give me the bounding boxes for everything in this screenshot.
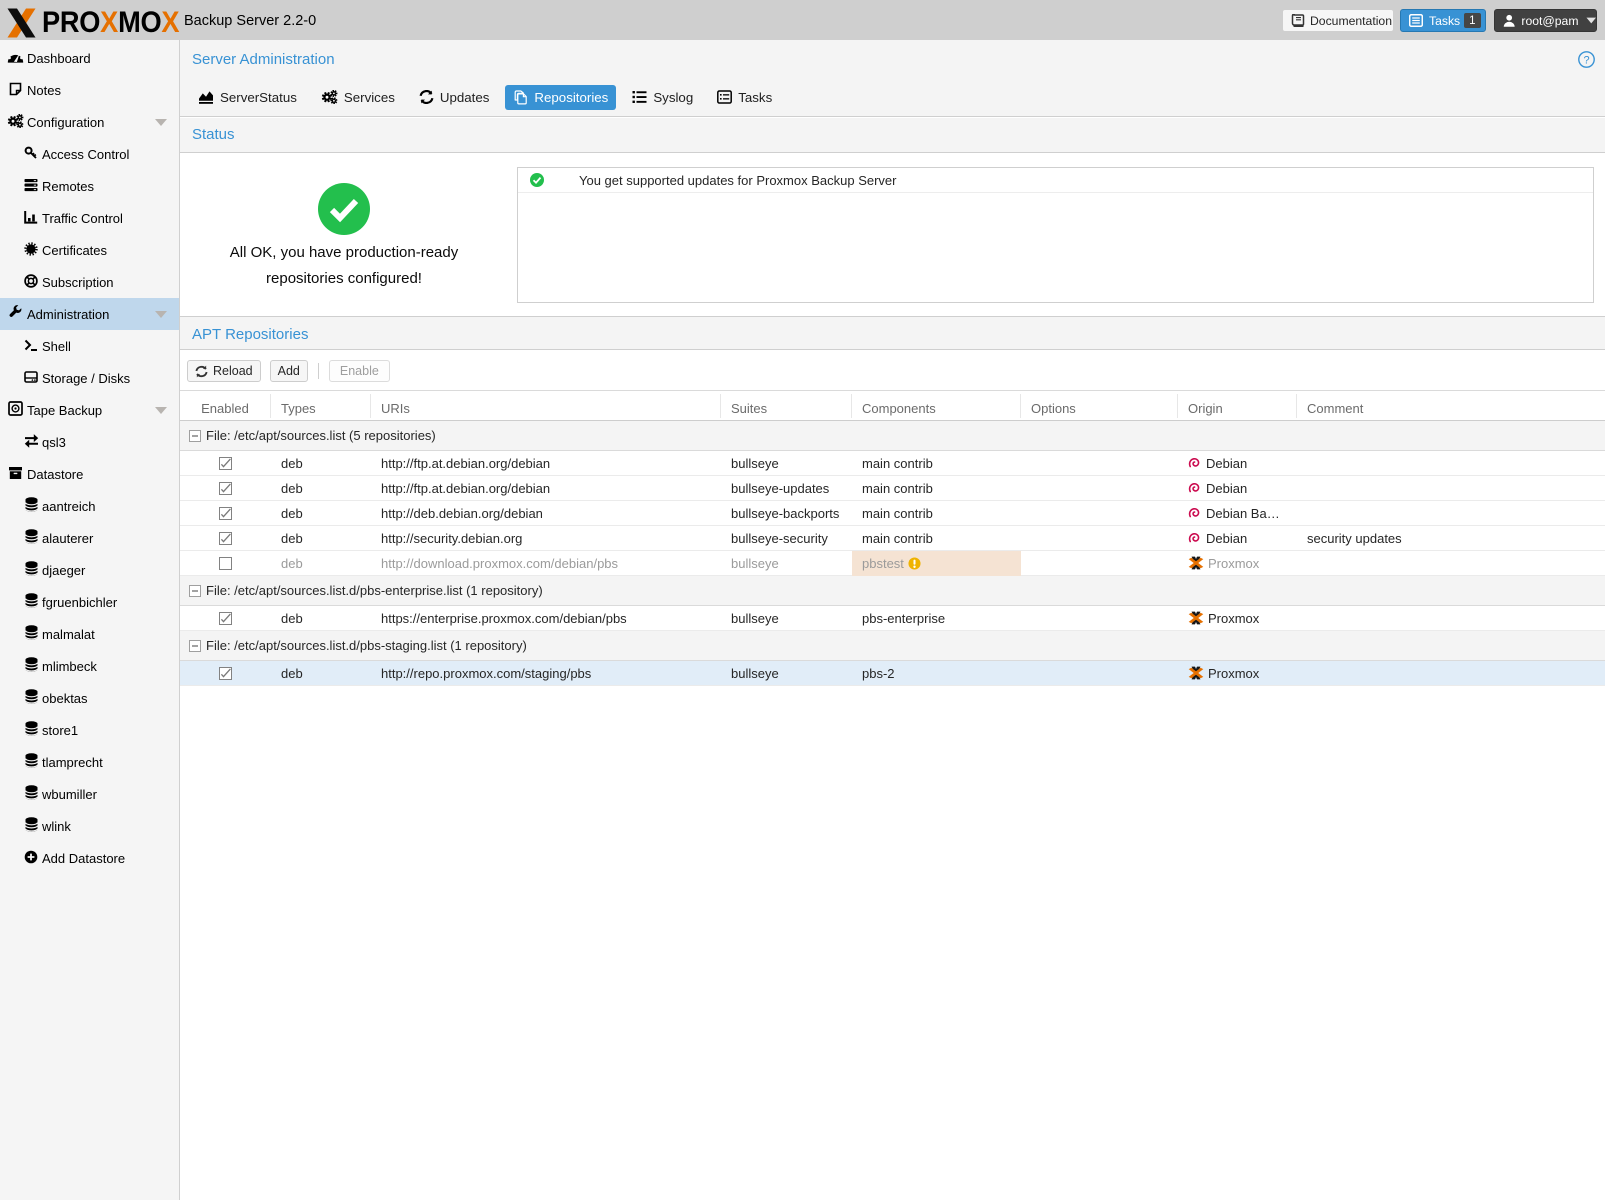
svg-text:?: ? <box>1583 55 1589 67</box>
